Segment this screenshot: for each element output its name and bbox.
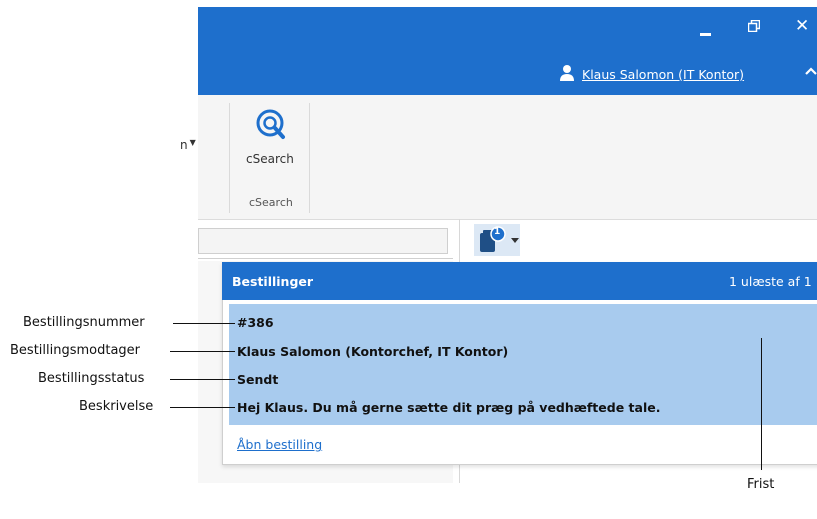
order-number: #386 (237, 315, 274, 330)
search-field[interactable] (198, 228, 448, 254)
restore-icon[interactable] (748, 20, 760, 32)
callout-order-number: Bestillingsnummer (23, 315, 145, 330)
callout-line (170, 379, 235, 380)
close-button[interactable]: ✕ (795, 16, 809, 36)
unread-count: 1 ulæste af 1 (729, 274, 812, 289)
csearch-icon[interactable] (253, 107, 289, 143)
badge: 1 (494, 227, 501, 237)
ribbon-group-label: cSearch (249, 196, 293, 209)
chevron-down-icon: ▼ (189, 138, 196, 147)
order-status: Sendt (237, 372, 279, 387)
order-recipient: Klaus Salomon (Kontorchef, IT Kontor) (237, 344, 509, 359)
callout-status: Bestillingsstatus (38, 371, 145, 386)
divider (198, 258, 453, 259)
callout-line (170, 407, 235, 408)
callout-description: Beskrivelse (79, 399, 154, 414)
callout-recipient: Bestillingsmodtager (10, 343, 141, 358)
orders-button[interactable]: 1 (474, 224, 528, 256)
callout-line (761, 338, 762, 470)
minimize-button[interactable] (700, 33, 711, 36)
open-order-link[interactable]: Åbn bestilling (237, 437, 322, 452)
callout-line (173, 323, 235, 324)
ribbon-dropdown-label: n (180, 138, 188, 152)
user-icon (560, 65, 574, 81)
popup-title: Bestillinger (232, 274, 314, 289)
ribbon-divider (309, 103, 310, 213)
order-description: Hej Klaus. Du må gerne sætte dit præg på… (237, 400, 661, 415)
user-account-link[interactable]: Klaus Salomon (IT Kontor) (582, 67, 744, 82)
csearch-button[interactable]: cSearch (246, 152, 294, 166)
orders-icon (474, 224, 520, 256)
callout-line (170, 351, 235, 352)
ribbon-divider (229, 103, 230, 213)
chevron-up-icon[interactable] (804, 66, 817, 76)
ribbon-dropdown-partial[interactable]: n ▼ (180, 138, 196, 152)
callout-deadline: Frist (747, 477, 775, 492)
